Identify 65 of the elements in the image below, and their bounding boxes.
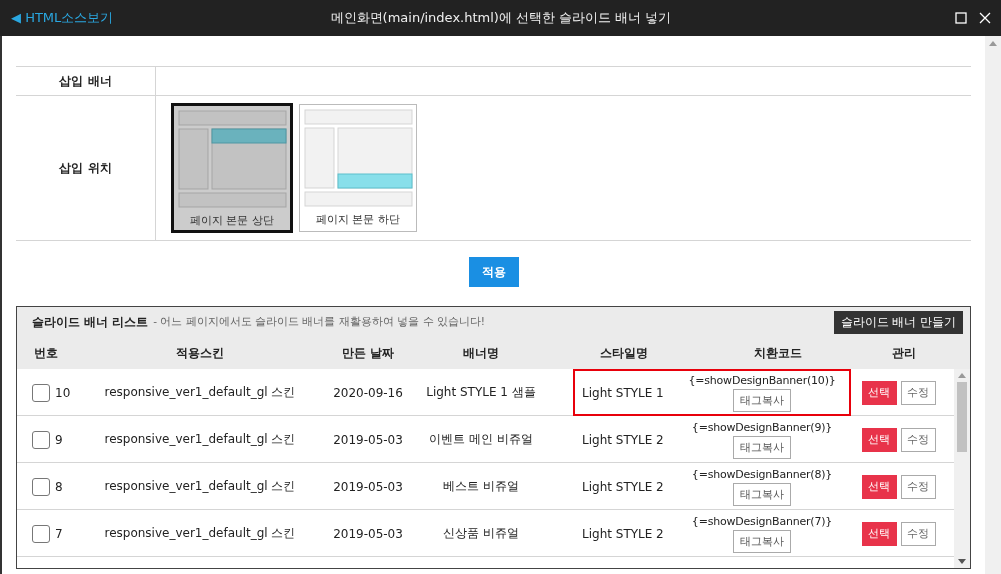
column-header: 적용스킨 bbox=[175, 344, 225, 362]
edit-button[interactable]: 수정 bbox=[900, 380, 936, 405]
select-button[interactable]: 선택 bbox=[861, 474, 897, 499]
replacement-code: {=showDesignBanner(7)} bbox=[691, 514, 833, 528]
date-cell-text: 2020-09-16 bbox=[332, 385, 404, 400]
skin-cell-text: responsive_ver1_default_gl 스킨 bbox=[103, 525, 297, 542]
scroll-up-icon[interactable] bbox=[958, 372, 966, 378]
checkbox[interactable] bbox=[32, 383, 50, 402]
scroll-up-icon[interactable] bbox=[989, 40, 997, 46]
style-cell-text: Light STYLE 2 bbox=[581, 432, 665, 447]
column-header: 관리 bbox=[890, 344, 917, 362]
column-header: 치환코드 bbox=[753, 344, 803, 362]
select-button[interactable]: 선택 bbox=[861, 521, 897, 546]
edit-button[interactable]: 수정 bbox=[900, 427, 936, 452]
select-button[interactable]: 선택 bbox=[861, 380, 897, 405]
style-cell-text: Light STYLE 2 bbox=[581, 526, 665, 541]
close-icon[interactable] bbox=[979, 12, 991, 24]
banner-name-cell-text: 신상품 비쥬얼 bbox=[442, 525, 520, 542]
skin-cell-text: responsive_ver1_default_gl 스킨 bbox=[103, 431, 297, 448]
edit-button[interactable]: 수정 bbox=[900, 474, 936, 499]
date-cell-text: 2019-05-03 bbox=[332, 432, 404, 447]
copy-tag-button[interactable]: 태그복사 bbox=[733, 529, 791, 553]
position-option[interactable]: 페이지 본문 하단 bbox=[299, 104, 417, 232]
copy-tag-button[interactable]: 태그복사 bbox=[733, 482, 791, 506]
scrollbar[interactable] bbox=[954, 369, 970, 568]
row-number: 9 bbox=[55, 432, 63, 447]
scroll-down-icon[interactable] bbox=[958, 559, 966, 565]
banner-name-cell-text: 베스트 비쥬얼 bbox=[442, 478, 520, 495]
replacement-code: {=showDesignBanner(8)} bbox=[691, 467, 833, 481]
banner-name-cell-text: Light STYLE 1 샘플 bbox=[425, 384, 537, 401]
apply-button[interactable]: 적용 bbox=[468, 257, 519, 287]
row-number: 7 bbox=[55, 526, 63, 541]
banner-name-cell-text: 이벤트 메인 비쥬얼 bbox=[428, 431, 534, 448]
create-banner-button[interactable]: 슬라이드 배너 만들기 bbox=[833, 310, 963, 334]
scroll-thumb[interactable] bbox=[957, 382, 967, 452]
list-subtitle: - 어느 페이지에서도 슬라이드 배너를 재활용하여 넣을 수 있습니다! bbox=[153, 315, 487, 329]
select-button[interactable]: 선택 bbox=[861, 427, 897, 452]
edit-button[interactable]: 수정 bbox=[900, 521, 936, 546]
date-cell-text: 2019-05-03 bbox=[332, 479, 404, 494]
window-title: 메인화면(main/index.html)에 선택한 슬라이드 배너 넣기 bbox=[329, 9, 673, 27]
column-header: 배너명 bbox=[462, 344, 500, 362]
row-number: 10 bbox=[55, 385, 71, 400]
replacement-code: {=showDesignBanner(9)} bbox=[691, 420, 833, 434]
row-number: 8 bbox=[55, 479, 63, 494]
copy-tag-button[interactable]: 태그복사 bbox=[733, 435, 791, 459]
checkbox[interactable] bbox=[32, 430, 50, 449]
copy-tag-button[interactable]: 태그복사 bbox=[733, 388, 791, 412]
column-header: 스타일명 bbox=[599, 344, 649, 362]
list-title: 슬라이드 배너 리스트 bbox=[32, 313, 149, 331]
column-header: 번호 bbox=[33, 344, 59, 362]
skin-cell-text: responsive_ver1_default_gl 스킨 bbox=[103, 478, 297, 495]
column-header: 만든 날짜 bbox=[340, 344, 396, 362]
maximize-icon[interactable] bbox=[955, 12, 967, 24]
field-label: 삽입 위치 bbox=[16, 96, 156, 240]
checkbox[interactable] bbox=[32, 524, 50, 543]
field-label: 삽입 배너 bbox=[16, 67, 156, 95]
replacement-code: {=showDesignBanner(10)} bbox=[688, 373, 836, 387]
back-link[interactable]: ◀ HTML소스보기 bbox=[11, 9, 211, 27]
style-cell-text: Light STYLE 1 bbox=[581, 385, 665, 400]
skin-cell-text: responsive_ver1_default_gl 스킨 bbox=[103, 384, 297, 401]
date-cell-text: 2019-05-03 bbox=[332, 526, 404, 541]
scrollbar[interactable] bbox=[985, 36, 1001, 574]
position-option[interactable]: 페이지 본문 상단 bbox=[171, 103, 293, 233]
checkbox[interactable] bbox=[32, 477, 50, 496]
style-cell-text: Light STYLE 2 bbox=[581, 479, 665, 494]
